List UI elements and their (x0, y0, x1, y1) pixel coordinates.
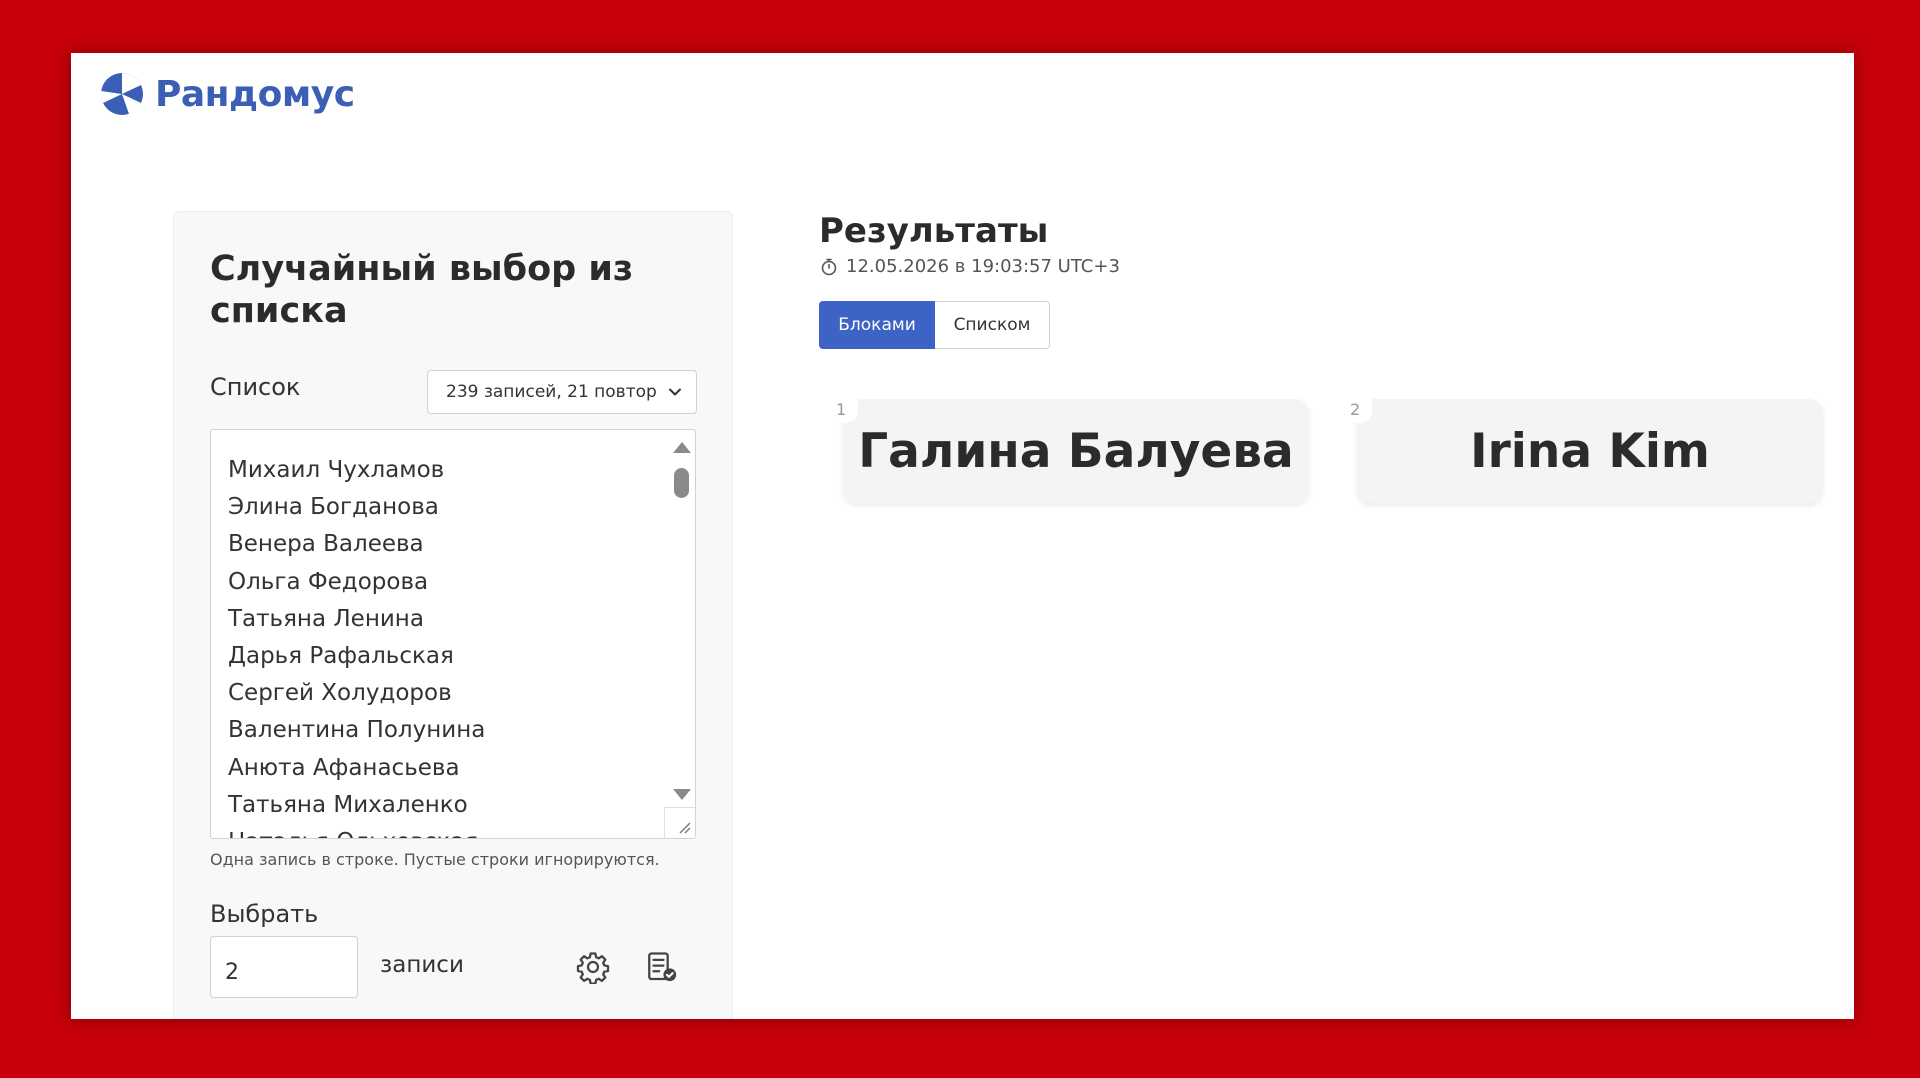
list-dropdown[interactable]: 239 записей, 21 повтор (427, 370, 697, 414)
list-dropdown-value: 239 записей, 21 повтор (446, 382, 657, 402)
logo[interactable]: Рандомус (99, 71, 355, 117)
list-item: Анюта Афанасьева (228, 754, 460, 781)
list-item: Валентина Полунина (228, 717, 486, 744)
choose-label: Выбрать (210, 900, 319, 928)
result-card: Галина Балуева (843, 399, 1309, 503)
scrollbar-thumb[interactable] (674, 468, 689, 498)
scroll-down-arrow-icon[interactable] (673, 789, 691, 800)
list-item: Наталья Ольховская (228, 824, 485, 838)
results-timestamp: 12.05.2026 в 19:03:57 UTC+3 (820, 256, 1120, 277)
list-check-icon[interactable] (645, 950, 679, 984)
selection-form: Случайный выбор из списка Список 239 зап… (173, 211, 733, 1019)
result-card: Irina Kim (1357, 399, 1823, 503)
view-list-button[interactable]: Списком (935, 301, 1050, 349)
chevron-down-icon (668, 388, 681, 396)
list-item: Элина Богданова (228, 494, 439, 521)
list-item: Татьяна Михаленко (228, 791, 468, 818)
textarea-scrollbar[interactable] (671, 438, 691, 804)
scroll-up-arrow-icon[interactable] (673, 442, 691, 453)
count-input[interactable] (210, 936, 358, 998)
timestamp-text: 12.05.2026 в 19:03:57 UTC+3 (846, 256, 1120, 277)
app-window: Рандомус Случайный выбор из списка Списо… (71, 53, 1854, 1019)
resize-handle[interactable] (664, 807, 695, 838)
randomus-logo-icon (100, 72, 143, 115)
list-item: Дарья Рафальская (228, 643, 454, 670)
view-blocks-button[interactable]: Блоками (819, 301, 935, 349)
resize-grip-icon (679, 822, 691, 834)
result-number: 1 (830, 395, 858, 423)
list-item: Ольга Федорова (228, 568, 429, 595)
names-list: Михаил Чухламов Элина Богданова Венера В… (228, 452, 486, 838)
list-item: Венера Валеева (228, 531, 424, 558)
records-label: записи (380, 952, 464, 978)
names-textarea[interactable]: Михаил Чухламов Элина Богданова Венера В… (210, 429, 696, 839)
list-item: Михаил Чухламов (228, 457, 445, 483)
textarea-hint: Одна запись в строке. Пустые строки игно… (210, 850, 660, 869)
form-title: Случайный выбор из списка (210, 249, 634, 331)
result-number: 2 (1344, 395, 1372, 423)
list-item: Сергей Холудоров (228, 680, 452, 707)
logo-text: Рандомус (155, 73, 355, 115)
list-label: Список (210, 373, 301, 401)
stopwatch-icon (821, 258, 837, 275)
gear-icon[interactable] (576, 950, 610, 984)
view-toggle: Блоками Списком (819, 301, 1050, 349)
list-item: Татьяна Ленина (228, 605, 424, 632)
results-title: Результаты (819, 211, 1049, 251)
